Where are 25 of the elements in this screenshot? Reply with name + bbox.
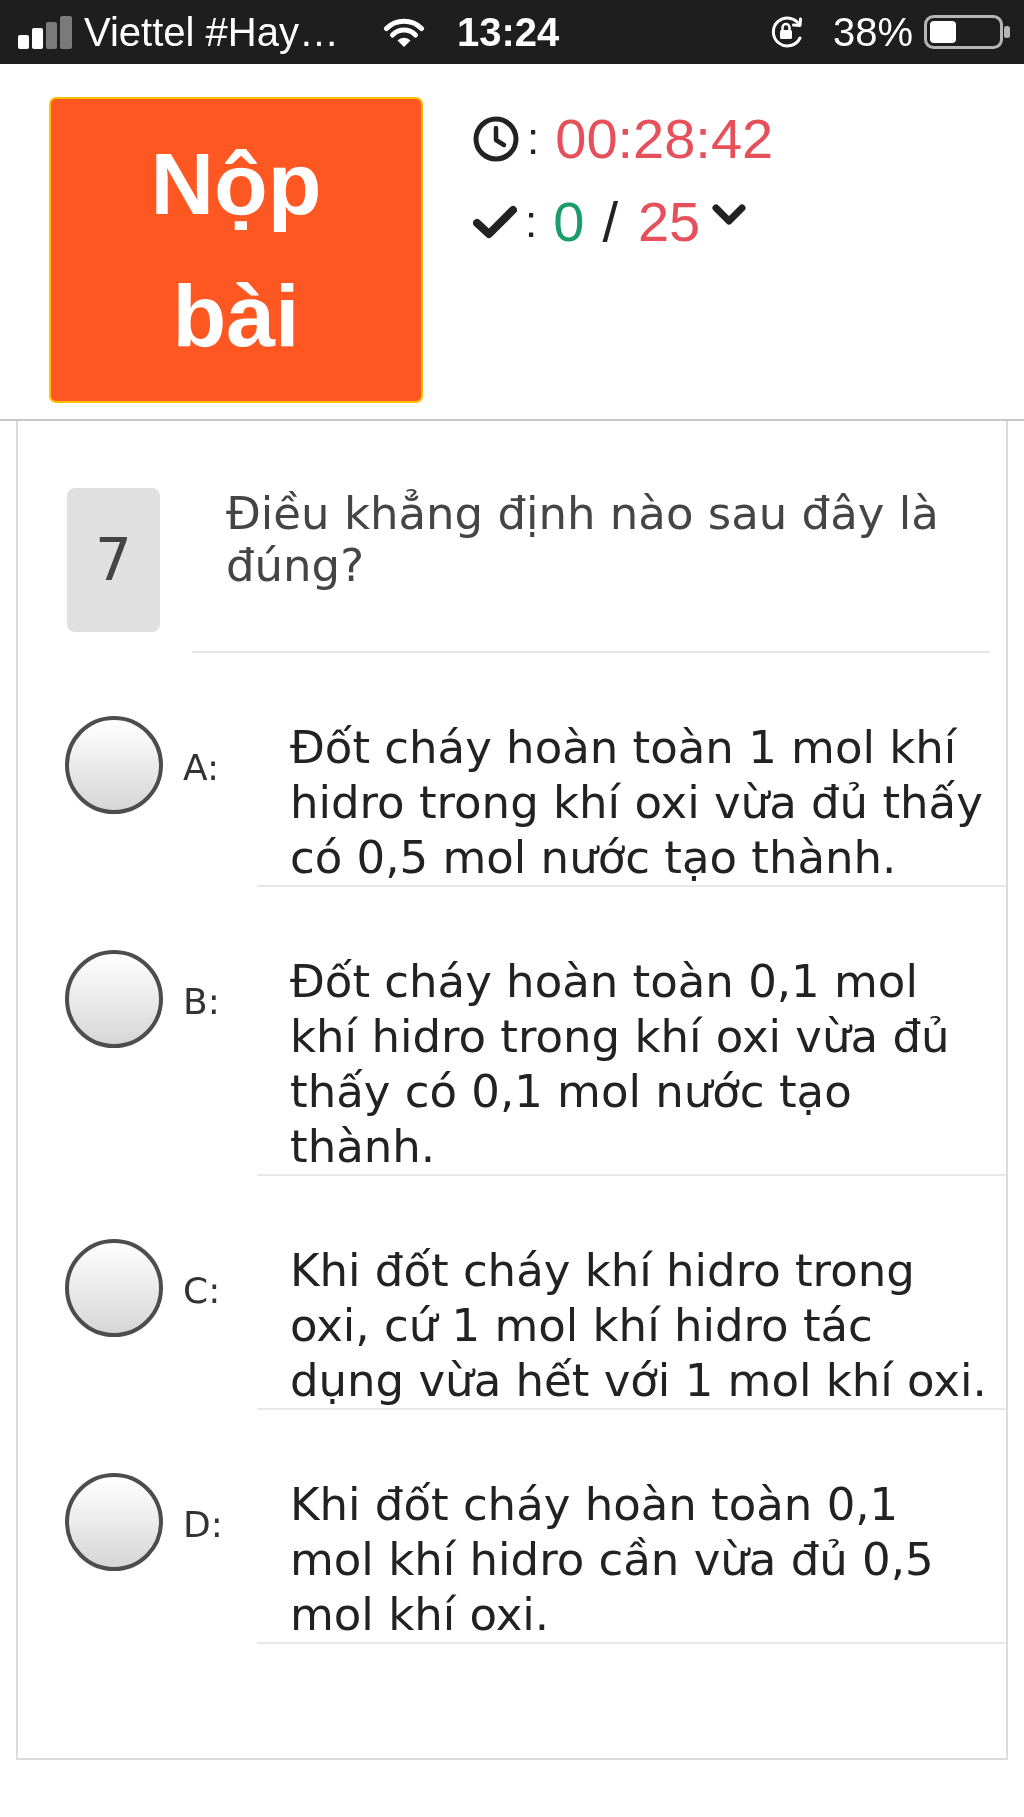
clock-icon — [473, 115, 519, 162]
option-letter: A: — [183, 746, 221, 790]
question-number: 7 — [67, 488, 160, 632]
answered-count: 0 — [553, 193, 585, 250]
option-letter: B: — [183, 980, 221, 1024]
signal-icon — [18, 15, 72, 49]
option-text[interactable]: Đốt cháy hoàn toàn 0,1 mol khí hidro trong khí oxi vừa đủ thấy có 0,1 mol nước tạo thành. — [290, 954, 994, 1174]
timer-value: 00:28:42 — [555, 110, 774, 167]
option-letter: C: — [183, 1269, 222, 1313]
option-text[interactable]: Đốt cháy hoàn toàn 1 mol khí hidro trong khí oxi vừa đủ thấy có 0,5 mol nước tạo thành. — [290, 720, 994, 885]
question-text: Điều khẳng định nào sau đây là đúng? — [226, 488, 940, 592]
count-slash: / — [602, 193, 618, 250]
total-count: 25 — [637, 193, 701, 250]
option-text[interactable]: Khi đốt cháy khí hidro trong oxi, cứ 1 mol khí hidro tác dụng vừa hết với 1 mol khí oxi. — [290, 1243, 994, 1408]
status-time: 13:24 — [456, 12, 560, 52]
check-icon — [473, 204, 517, 239]
wifi-icon — [382, 16, 425, 48]
battery-icon — [924, 15, 1010, 49]
timer-separator: : — [527, 116, 540, 161]
battery-percent: 38% — [832, 12, 913, 52]
chevron-down-icon[interactable] — [712, 203, 747, 226]
progress-separator: : — [525, 199, 538, 244]
option-letter: D: — [183, 1503, 224, 1547]
carrier-name: Viettel #Hay… — [84, 12, 339, 52]
option-text[interactable]: Khi đốt cháy hoàn toàn 0,1 mol khí hidro cần vừa đủ 0,5 mol khí oxi. — [290, 1477, 994, 1642]
